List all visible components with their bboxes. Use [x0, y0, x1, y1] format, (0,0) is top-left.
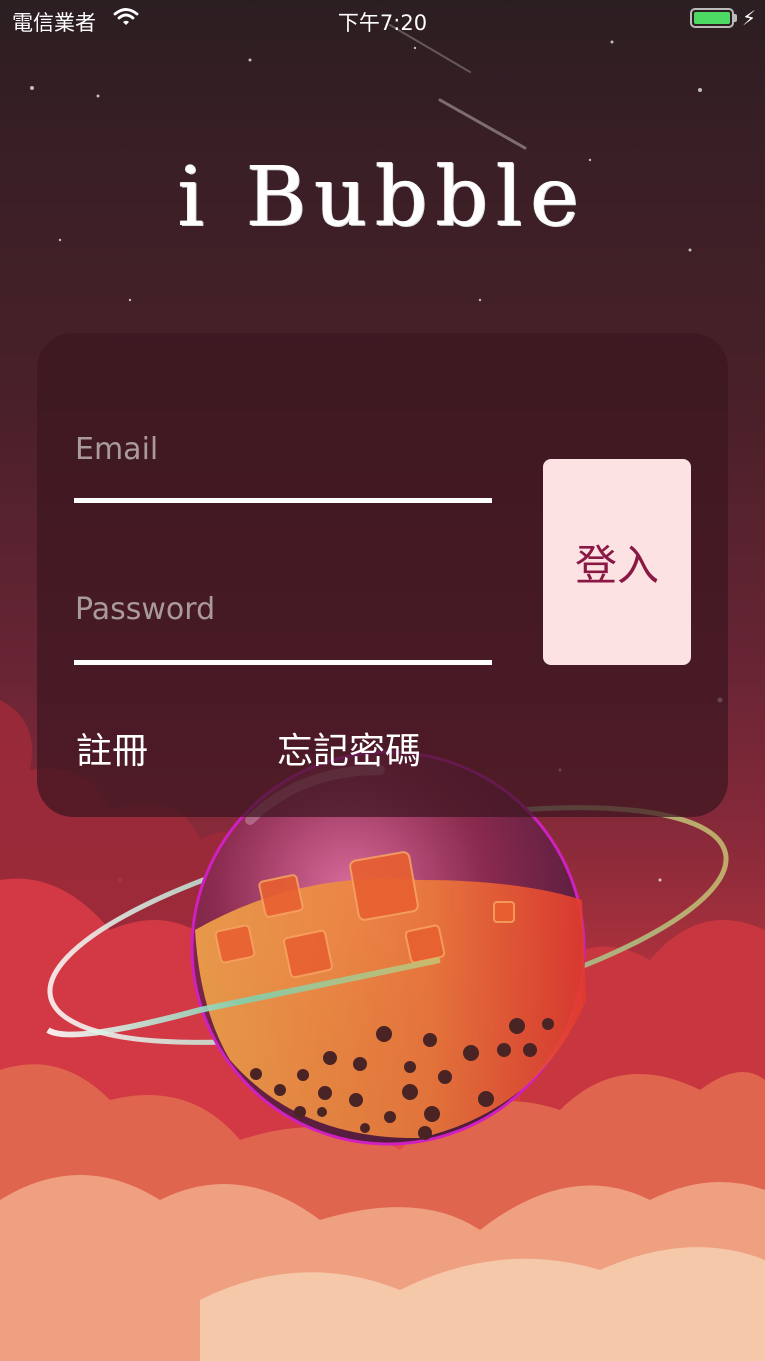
charging-bolt-icon: ⚡ — [742, 6, 757, 30]
password-input[interactable]: Password — [75, 592, 215, 627]
battery-icon — [690, 8, 734, 28]
app-title: i Bubble — [177, 150, 588, 245]
register-link[interactable]: 註冊 — [76, 722, 148, 774]
email-input-underline — [74, 498, 492, 503]
status-time: 下午7:20 — [337, 11, 428, 35]
status-bar: 電信業者 下午7:20 ⚡ — [0, 0, 765, 40]
email-input[interactable]: Email — [75, 432, 158, 467]
battery-level-fill — [694, 12, 730, 24]
battery-tip — [734, 14, 737, 22]
login-button[interactable]: 登入 — [543, 459, 691, 665]
password-input-underline — [74, 660, 492, 665]
forgot-password-link[interactable]: 忘記密碼 — [277, 722, 421, 774]
